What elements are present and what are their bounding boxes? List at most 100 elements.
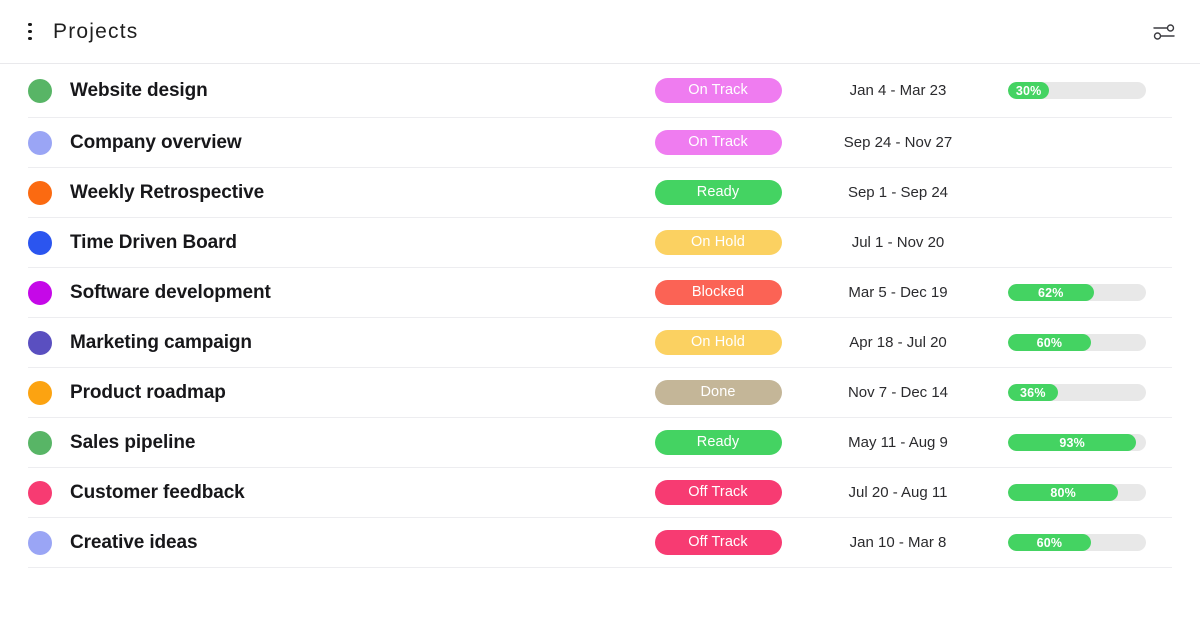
progress-empty-placeholder: [1008, 184, 1146, 201]
project-name-label: Sales pipeline: [70, 432, 195, 454]
status-badge[interactable]: On Hold: [655, 330, 782, 355]
progress-bar-fill: 62%: [1008, 284, 1094, 301]
date-range-label: Jan 4 - Mar 23: [798, 82, 998, 99]
progress-bar[interactable]: 60%: [1008, 334, 1146, 351]
project-name-label: Marketing campaign: [70, 332, 252, 354]
project-name-cell: Creative ideas: [28, 531, 638, 555]
status-badge[interactable]: Done: [655, 380, 782, 405]
tune-sliders-icon[interactable]: [1146, 14, 1182, 50]
progress-cell: 80%: [998, 484, 1166, 501]
progress-cell: [998, 134, 1166, 151]
project-color-dot-icon: [28, 231, 52, 255]
progress-cell: [998, 184, 1166, 201]
project-color-dot-icon: [28, 281, 52, 305]
more-vertical-icon[interactable]: [19, 12, 41, 52]
project-color-dot-icon: [28, 481, 52, 505]
progress-cell: 60%: [998, 534, 1166, 551]
status-cell: Ready: [638, 180, 798, 205]
status-badge[interactable]: Ready: [655, 180, 782, 205]
status-cell: Off Track: [638, 480, 798, 505]
date-range-label: Jul 1 - Nov 20: [798, 234, 998, 251]
progress-bar-fill: 36%: [1008, 384, 1058, 401]
project-name-cell: Weekly Retrospective: [28, 181, 638, 205]
project-name-cell: Customer feedback: [28, 481, 638, 505]
project-name-label: Creative ideas: [70, 532, 197, 554]
project-color-dot-icon: [28, 131, 52, 155]
status-cell: On Track: [638, 130, 798, 155]
kebab-dot: [28, 30, 32, 34]
progress-percent-label: 80%: [1050, 486, 1076, 500]
date-range-label: Jul 20 - Aug 11: [798, 484, 998, 501]
date-range-label: Mar 5 - Dec 19: [798, 284, 998, 301]
table-row[interactable]: Website design On Track Jan 4 - Mar 23 30%: [28, 64, 1172, 118]
status-cell: Done: [638, 380, 798, 405]
date-range-label: Apr 18 - Jul 20: [798, 334, 998, 351]
project-name-cell: Software development: [28, 281, 638, 305]
progress-empty-placeholder: [1008, 134, 1146, 151]
status-cell: On Hold: [638, 330, 798, 355]
table-row[interactable]: Product roadmap Done Nov 7 - Dec 14 36%: [28, 368, 1172, 418]
date-range-label: Sep 1 - Sep 24: [798, 184, 998, 201]
progress-empty-placeholder: [1008, 234, 1146, 251]
page-title: Projects: [53, 20, 138, 44]
progress-bar[interactable]: 60%: [1008, 534, 1146, 551]
progress-cell: 60%: [998, 334, 1166, 351]
progress-bar-fill: 30%: [1008, 82, 1049, 99]
status-cell: On Track: [638, 78, 798, 103]
date-range-label: Nov 7 - Dec 14: [798, 384, 998, 401]
status-cell: Off Track: [638, 530, 798, 555]
progress-bar[interactable]: 80%: [1008, 484, 1146, 501]
progress-bar[interactable]: 93%: [1008, 434, 1146, 451]
status-badge[interactable]: On Track: [655, 130, 782, 155]
date-range-label: Sep 24 - Nov 27: [798, 134, 998, 151]
projects-table: Website design On Track Jan 4 - Mar 23 30% C…: [0, 64, 1200, 568]
project-color-dot-icon: [28, 431, 52, 455]
project-color-dot-icon: [28, 79, 52, 103]
project-color-dot-icon: [28, 531, 52, 555]
project-color-dot-icon: [28, 381, 52, 405]
progress-cell: 30%: [998, 82, 1166, 99]
progress-cell: 62%: [998, 284, 1166, 301]
progress-bar-fill: 80%: [1008, 484, 1118, 501]
progress-bar[interactable]: 62%: [1008, 284, 1146, 301]
status-badge[interactable]: On Track: [655, 78, 782, 103]
progress-bar[interactable]: 30%: [1008, 82, 1146, 99]
progress-bar-fill: 60%: [1008, 534, 1091, 551]
status-cell: Blocked: [638, 280, 798, 305]
kebab-dot: [28, 23, 32, 27]
table-row[interactable]: Customer feedback Off Track Jul 20 - Aug 1…: [28, 468, 1172, 518]
status-badge[interactable]: Off Track: [655, 530, 782, 555]
progress-percent-label: 36%: [1020, 386, 1046, 400]
table-row[interactable]: Sales pipelineReadyMay 11 - Aug 993%: [28, 418, 1172, 468]
project-name-cell: Marketing campaign: [28, 331, 638, 355]
table-row[interactable]: Creative ideasOff TrackJan 10 - Mar 860%: [28, 518, 1172, 568]
project-name-label: Website design: [70, 80, 208, 102]
project-name-label: Time Driven Board: [70, 232, 237, 254]
progress-percent-label: 30%: [1016, 84, 1042, 98]
project-color-dot-icon: [28, 331, 52, 355]
progress-percent-label: 60%: [1037, 336, 1063, 350]
progress-bar-fill: 60%: [1008, 334, 1091, 351]
progress-cell: [998, 234, 1166, 251]
table-row[interactable]: Company overview On Track Sep 24 - Nov 27: [28, 118, 1172, 168]
table-row[interactable]: Marketing campaign On Hold Apr 18 - Jul 20…: [28, 318, 1172, 368]
status-badge[interactable]: Blocked: [655, 280, 782, 305]
project-name-label: Software development: [70, 282, 271, 304]
table-row[interactable]: Time Driven Board On Hold Jul 1 - Nov 20: [28, 218, 1172, 268]
project-name-cell: Website design: [28, 79, 638, 103]
status-cell: On Hold: [638, 230, 798, 255]
status-badge[interactable]: On Hold: [655, 230, 782, 255]
status-badge[interactable]: Ready: [655, 430, 782, 455]
status-cell: Ready: [638, 430, 798, 455]
app-header: Projects: [0, 0, 1200, 64]
progress-percent-label: 60%: [1037, 536, 1063, 550]
table-row[interactable]: Weekly Retrospective Ready Sep 1 - Sep 24: [28, 168, 1172, 218]
table-row[interactable]: Software development Blocked Mar 5 - Dec 1…: [28, 268, 1172, 318]
progress-percent-label: 62%: [1038, 286, 1064, 300]
project-name-label: Customer feedback: [70, 482, 245, 504]
status-badge[interactable]: Off Track: [655, 480, 782, 505]
project-name-cell: Time Driven Board: [28, 231, 638, 255]
progress-bar[interactable]: 36%: [1008, 384, 1146, 401]
project-name-cell: Company overview: [28, 131, 638, 155]
project-name-cell: Product roadmap: [28, 381, 638, 405]
